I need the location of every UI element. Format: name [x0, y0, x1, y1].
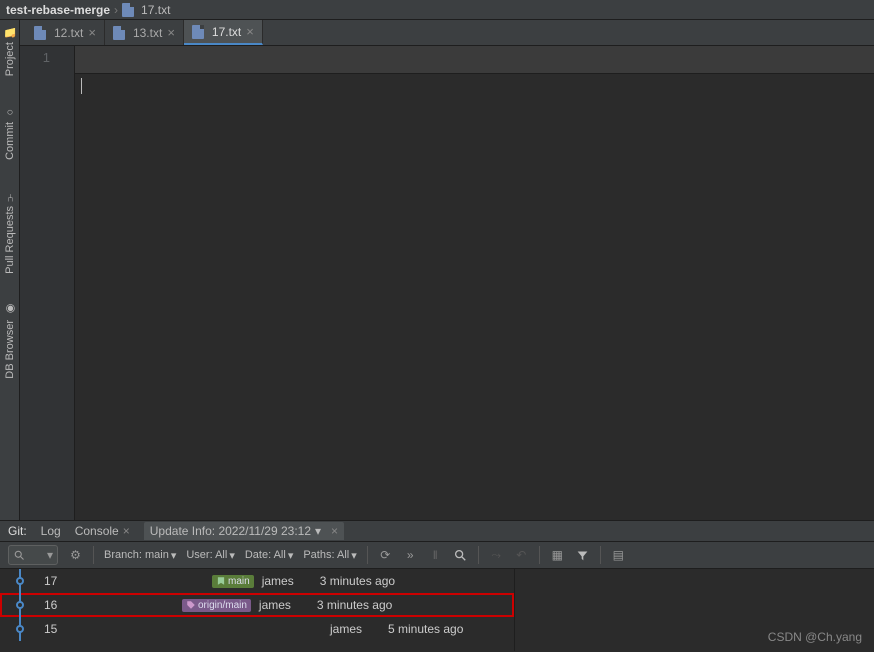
sidebar-item-label: Pull Requests [4, 206, 16, 274]
commit-author: james [330, 622, 380, 636]
breadcrumb-project[interactable]: test-rebase-merge [6, 3, 110, 17]
close-icon[interactable]: × [246, 24, 254, 39]
filter-icon[interactable] [575, 548, 590, 563]
git-title: Git: [8, 524, 27, 538]
branch-tag-origin: origin/main [182, 599, 251, 612]
divider [539, 546, 540, 564]
commit-time: 5 minutes ago [388, 622, 463, 636]
graph-node-icon [16, 601, 24, 609]
breadcrumb-file[interactable]: 17.txt [141, 3, 170, 17]
watermark: CSDN @Ch.yang [768, 630, 862, 644]
tab-12[interactable]: 12.txt × [26, 20, 105, 45]
cherry-pick-icon[interactable]: ⤳ [489, 548, 504, 563]
expand-icon[interactable]: » [403, 548, 418, 563]
gear-icon[interactable]: ⚙ [68, 548, 83, 563]
file-icon [113, 26, 125, 40]
editor[interactable]: 1 [20, 46, 874, 520]
tab-update-info[interactable]: Update Info: 2022/11/29 23:12 ▾ × [144, 522, 344, 540]
commit-author: james [262, 574, 312, 588]
close-icon[interactable]: × [88, 25, 96, 40]
branch-tag-main: main [212, 575, 254, 588]
sidebar-item-label: Commit [4, 122, 16, 160]
file-icon [34, 26, 46, 40]
editor-tabs: 12.txt × 13.txt × 17.txt × [20, 20, 874, 46]
file-icon [122, 3, 134, 17]
divider [600, 546, 601, 564]
grid-icon[interactable]: ▦ [550, 548, 565, 563]
divider [478, 546, 479, 564]
tag-icon [186, 600, 196, 610]
graph-node-icon [16, 625, 24, 633]
filter-user[interactable]: User: All ▾ [186, 549, 235, 562]
git-toolbar: ▾ ⚙ Branch: main ▾ User: All ▾ Date: All… [0, 542, 874, 569]
editor-scroll-region [75, 46, 874, 74]
sidebar-item-project[interactable]: Project 📁 [4, 26, 16, 76]
git-panel: Git: Log Console × Update Info: 2022/11/… [0, 520, 874, 652]
sidebar-item-commit[interactable]: Commit ○ [4, 106, 16, 160]
commit-message: 17 [44, 574, 204, 588]
filter-branch[interactable]: Branch: main ▾ [104, 549, 176, 562]
graph-node-icon [16, 577, 24, 585]
pause-icon[interactable]: ‖ [428, 548, 443, 563]
divider [367, 546, 368, 564]
sidebar-item-db-browser[interactable]: DB Browser ◉ [4, 304, 16, 379]
commit-message: 15 [44, 622, 254, 636]
tab-log[interactable]: Log [41, 524, 61, 538]
line-number: 1 [20, 50, 50, 65]
chevron-down-icon: ▾ [315, 524, 321, 538]
line-gutter: 1 [20, 46, 75, 520]
merge-icon: ⑂ [4, 190, 16, 202]
tab-13[interactable]: 13.txt × [105, 20, 184, 45]
sidebar-item-pull-requests[interactable]: Pull Requests ⑂ [4, 190, 16, 274]
tab-label: 17.txt [212, 25, 241, 39]
commit-author: james [259, 598, 309, 612]
search-input[interactable]: ▾ [8, 545, 58, 565]
commit-row[interactable]: 17 main james 3 minutes ago [0, 569, 514, 593]
commit-icon: ○ [4, 106, 16, 118]
tab-label: 13.txt [133, 26, 162, 40]
commit-time: 3 minutes ago [317, 598, 392, 612]
tab-17[interactable]: 17.txt × [184, 20, 263, 45]
commit-row[interactable]: 16 origin/main james 3 minutes ago [0, 593, 514, 617]
text-cursor [81, 78, 82, 94]
filter-date[interactable]: Date: All ▾ [245, 549, 294, 562]
layout-icon[interactable]: ▤ [611, 548, 626, 563]
file-icon [192, 25, 204, 39]
tab-console[interactable]: Console × [75, 524, 130, 538]
bookmark-icon [216, 576, 226, 586]
commit-time: 3 minutes ago [320, 574, 395, 588]
git-panel-tabs: Git: Log Console × Update Info: 2022/11/… [0, 520, 874, 542]
sidebar-item-label: DB Browser [4, 320, 16, 379]
left-sidebar: Project 📁 Commit ○ Pull Requests ⑂ DB Br… [0, 20, 20, 520]
search-icon[interactable] [453, 548, 468, 563]
commit-list: 17 main james 3 minutes ago 16 origin/ma… [0, 569, 514, 651]
revert-icon[interactable]: ↶ [514, 548, 529, 563]
code-area[interactable] [75, 74, 874, 520]
close-icon[interactable]: × [123, 524, 130, 538]
search-icon [13, 549, 25, 561]
tab-label: 12.txt [54, 26, 83, 40]
database-icon: ◉ [4, 304, 16, 316]
close-icon[interactable]: × [331, 524, 338, 538]
refresh-icon[interactable]: ⟳ [378, 548, 393, 563]
close-icon[interactable]: × [167, 25, 175, 40]
folder-icon: 📁 [4, 26, 16, 38]
breadcrumb: test-rebase-merge › 17.txt [0, 0, 874, 20]
chevron-down-icon: ▾ [47, 548, 53, 562]
sidebar-item-label: Project [4, 42, 16, 76]
commit-message: 16 [44, 598, 174, 612]
commit-row[interactable]: 15 james 5 minutes ago [0, 617, 514, 641]
divider [93, 546, 94, 564]
tab-label: Console [75, 524, 119, 538]
chevron-right-icon: › [114, 3, 118, 17]
filter-paths[interactable]: Paths: All ▾ [303, 549, 356, 562]
tab-label: Update Info: 2022/11/29 23:12 [150, 524, 311, 538]
